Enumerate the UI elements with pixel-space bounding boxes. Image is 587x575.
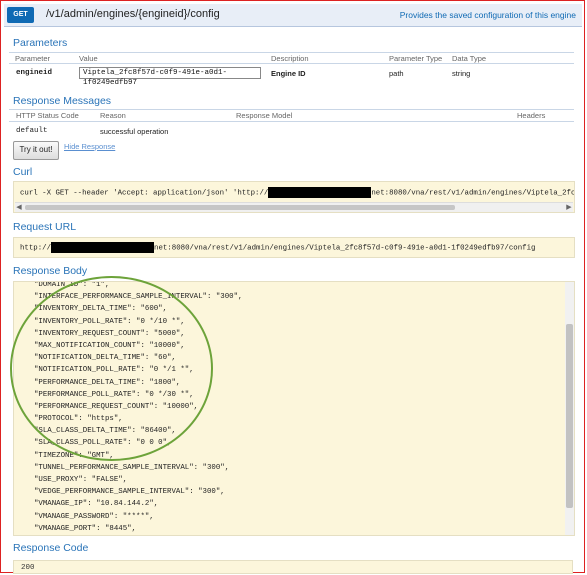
col-http-status: HTTP Status Code (16, 111, 79, 120)
divider (9, 63, 574, 64)
request-url-box[interactable]: http:// net:8080/vna/rest/v1/admin/engine… (13, 237, 575, 258)
divider (9, 121, 574, 122)
json-line: "PERFORMANCE_REQUEST_COUNT": "10000", (34, 402, 199, 411)
scrollbar-thumb[interactable] (566, 324, 573, 508)
response-body-json: "DOMAIN_ID": "1", "INTERFACE_PERFORMANCE_… (34, 281, 243, 535)
json-line: "VMANAGE_IP": "10.84.144.2", (34, 500, 159, 509)
curl-command: curl -X GET --header 'Accept: applicatio… (20, 187, 575, 198)
json-line: "VMANAGE_PORT": "8445", (34, 524, 137, 533)
json-line: "USE_PROXY": "FALSE", (34, 476, 128, 484)
hide-response-link[interactable]: Hide Response (64, 142, 115, 151)
json-line: "INVENTORY_POLL_RATE": "0 */10 *", (34, 317, 185, 326)
col-value: Value (79, 54, 98, 63)
http-method-badge[interactable]: GET (7, 7, 34, 23)
response-body-vertical-scrollbar[interactable] (565, 282, 574, 535)
response-code-title: Response Code (13, 542, 89, 554)
window-frame: GET /v1/admin/engines/{engineid}/config … (0, 0, 585, 574)
param-type: path (389, 69, 404, 78)
param-data-type: string (452, 69, 471, 78)
json-line: "TUNNEL_PERFORMANCE_SAMPLE_INTERVAL": "3… (34, 463, 230, 472)
request-url-suffix: net:8080/vna/rest/v1/admin/engines/Vipte… (154, 244, 536, 253)
request-url-prefix: http:// (20, 244, 52, 253)
status-code: default (16, 127, 48, 135)
scroll-right-icon[interactable]: ▶ (565, 203, 573, 212)
json-line: "SLA_CLASS_DELTA_TIME": "86400", (34, 427, 176, 436)
param-name: engineid (16, 69, 53, 77)
redacted-host (268, 187, 372, 198)
json-line: "PERFORMANCE_DELTA_TIME": "1800", (34, 378, 181, 387)
json-line: "NOTIFICATION_POLL_RATE": "0 */1 *", (34, 366, 194, 375)
redacted-host (51, 242, 155, 253)
json-line: "NOTIFICATION_DELTA_TIME": "60", (34, 354, 176, 363)
response-code-box: 200 (13, 560, 573, 574)
response-body-box[interactable]: "DOMAIN_ID": "1", "INTERFACE_PERFORMANCE_… (13, 281, 575, 536)
json-line: "TIMEZONE": "GMT", (34, 451, 114, 460)
curl-horizontal-scrollbar[interactable]: ◀ ▶ (15, 202, 573, 212)
json-line: "INVENTORY_DELTA_TIME": "600", (34, 305, 168, 314)
col-response-model: Response Model (236, 111, 293, 120)
parameters-title: Parameters (13, 37, 68, 49)
response-messages-title: Response Messages (13, 95, 112, 107)
col-parameter: Parameter (15, 54, 51, 63)
col-headers: Headers (517, 111, 546, 120)
curl-suffix: net:8080/vna/rest/v1/admin/engines/Vipte… (371, 189, 575, 198)
json-line: "VEDGE_PERFORMANCE_SAMPLE_INTERVAL": "30… (34, 488, 225, 497)
endpoint-summary[interactable]: Provides the saved configuration of this… (400, 10, 576, 20)
col-description: Description (271, 54, 309, 63)
json-line: "SLA_CLASS_POLL_RATE": "0 0 0", (34, 439, 172, 448)
divider (9, 109, 574, 110)
json-line: "INTERFACE_PERFORMANCE_SAMPLE_INTERVAL":… (34, 293, 243, 302)
json-line: "MAX_NOTIFICATION_COUNT": "10000", (34, 341, 185, 350)
scroll-left-icon[interactable]: ◀ (15, 203, 23, 212)
col-data-type: Data Type (452, 54, 487, 63)
json-line: "DOMAIN_ID": "1", (34, 281, 110, 289)
request-url-title: Request URL (13, 221, 77, 233)
param-description: Engine ID (271, 69, 306, 78)
scrollbar-thumb[interactable] (25, 205, 455, 210)
json-line: "PERFORMANCE_POLL_RATE": "0 */30 *", (34, 390, 194, 399)
curl-title: Curl (13, 166, 33, 178)
json-line: "PROTOCOL": "https", (34, 415, 123, 424)
operation-header[interactable]: GET /v1/admin/engines/{engineid}/config … (4, 4, 582, 27)
col-parameter-type: Parameter Type (389, 54, 443, 63)
col-reason: Reason (100, 111, 126, 120)
try-it-out-button[interactable]: Try it out! (13, 141, 59, 160)
status-reason: successful operation (100, 127, 169, 136)
response-body-title: Response Body (13, 265, 88, 277)
json-line: "VMANAGE_PASSWORD": "****", (34, 512, 154, 521)
engineid-input[interactable]: Viptela_2fc8f57d-c0f9-491e-a0d1-1f0249ed… (79, 67, 261, 87)
endpoint-path[interactable]: /v1/admin/engines/{engineid}/config (46, 8, 220, 20)
json-line: "INVENTORY_REQUEST_COUNT": "5000", (34, 329, 185, 338)
curl-prefix: curl -X GET --header 'Accept: applicatio… (20, 189, 269, 198)
divider (9, 52, 574, 53)
request-url: http:// net:8080/vna/rest/v1/admin/engine… (20, 242, 535, 253)
